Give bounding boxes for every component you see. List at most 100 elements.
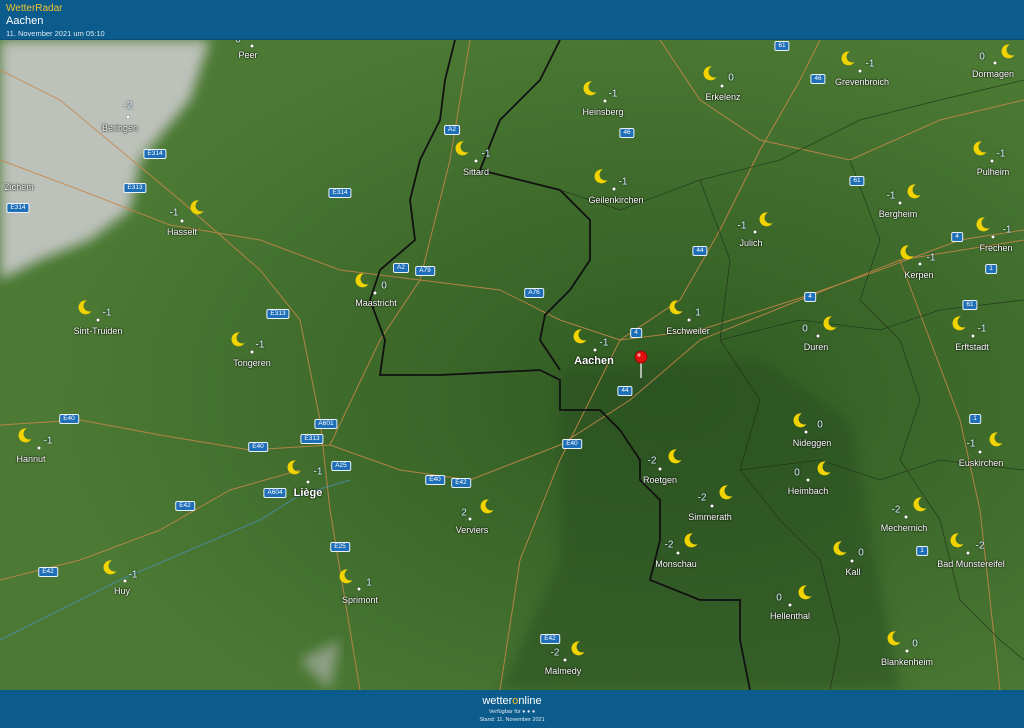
- road-sign-44: 44: [692, 246, 708, 256]
- city-dot-kerpen: [918, 262, 922, 266]
- location-pin-icon[interactable]: [634, 350, 648, 378]
- city-label-beringen[interactable]: Beringen: [102, 123, 138, 133]
- city-label-peer[interactable]: Peer: [238, 50, 257, 60]
- temperature-pulheim: -1: [996, 148, 1006, 160]
- city-dot-aachen: [593, 348, 597, 352]
- road-sign-1: 1: [969, 414, 981, 424]
- city-label-hellenthal[interactable]: Hellenthal: [770, 611, 810, 621]
- temperature-bad-munstereifel: -2: [975, 540, 985, 552]
- crescent-moon-icon: [912, 496, 928, 512]
- road-sign-e40: E40: [425, 475, 445, 485]
- temperature-peer: 0: [235, 40, 241, 46]
- city-dot-euskirchen: [978, 450, 982, 454]
- road-sign-46: 46: [810, 74, 826, 84]
- city-label-verviers[interactable]: Verviers: [456, 525, 489, 535]
- temperature-mechernich: -2: [891, 504, 901, 516]
- crescent-moon-icon: [702, 65, 718, 81]
- city-dot-kall: [850, 559, 854, 563]
- crescent-moon-icon: [886, 630, 902, 646]
- road-sign-46: 46: [619, 128, 635, 138]
- city-label-zichem[interactable]: Zichem: [4, 182, 34, 192]
- crescent-moon-icon: [77, 299, 93, 315]
- city-dot-erkelenz: [720, 84, 724, 88]
- road-sign-e313: E313: [266, 309, 290, 319]
- city-label-hasselt[interactable]: Hasselt: [167, 227, 197, 237]
- crescent-moon-icon: [572, 328, 588, 344]
- city-label-bergheim[interactable]: Bergheim: [879, 209, 918, 219]
- city-label-sint-truiden[interactable]: Sint-Truiden: [74, 326, 123, 336]
- city-label-dormagen[interactable]: Dormagen: [972, 69, 1014, 79]
- city-label-kall[interactable]: Kall: [845, 567, 860, 577]
- city-label-mechernich[interactable]: Mechernich: [881, 523, 928, 533]
- crescent-moon-icon: [593, 168, 609, 184]
- city-label-nideggen[interactable]: Nideggen: [793, 438, 832, 448]
- city-label-euskirchen[interactable]: Euskirchen: [959, 458, 1004, 468]
- city-dot-malmedy: [563, 658, 567, 662]
- temperature-euskirchen: -1: [966, 438, 976, 450]
- weather-map[interactable]: Peer 0 Beringen -2 Zichem Hasselt -1 Sint-Truid…: [0, 40, 1024, 690]
- city-label-maastricht[interactable]: Maastricht: [355, 298, 397, 308]
- city-label-kerpen[interactable]: Kerpen: [904, 270, 933, 280]
- city-label-huy[interactable]: Huy: [114, 586, 130, 596]
- road-sign-e313: E313: [300, 434, 324, 444]
- city-label-simmerath[interactable]: Simmerath: [688, 512, 732, 522]
- city-label-aachen[interactable]: Aachen: [574, 355, 614, 367]
- city-dot-nideggen: [804, 430, 808, 434]
- city-label-sittard[interactable]: Sittard: [463, 167, 489, 177]
- city-dot-sint-truiden: [96, 318, 100, 322]
- road-sign-a2: A2: [444, 125, 460, 135]
- road-sign-a79: A79: [415, 266, 435, 276]
- app-footer: wetteronline Verfügbar für ● ● ● Stand: …: [0, 690, 1024, 728]
- road-sign-e42: E42: [175, 501, 195, 511]
- app-brand: WetterRadar: [6, 3, 63, 14]
- crescent-moon-icon: [570, 640, 586, 656]
- temperature-li-ge: -1: [313, 466, 323, 478]
- city-dot-peer: [250, 44, 254, 48]
- city-label-roetgen[interactable]: Roetgen: [643, 475, 677, 485]
- city-label-bad-munstereifel[interactable]: Bad Munstereifel: [937, 559, 1005, 569]
- city-label-tongeren[interactable]: Tongeren: [233, 358, 271, 368]
- crescent-moon-icon: [667, 448, 683, 464]
- city-dot-roetgen: [658, 467, 662, 471]
- city-label-eschweiler[interactable]: Eschweiler: [666, 326, 710, 336]
- city-label-geilenkirchen[interactable]: Geilenkirchen: [588, 195, 643, 205]
- road-sign-a2: A2: [393, 263, 409, 273]
- road-sign-e314: E314: [143, 149, 167, 159]
- temperature-sprimont: 1: [366, 577, 372, 589]
- city-label-julich[interactable]: Julich: [739, 238, 762, 248]
- city-label-erftstadt[interactable]: Erftstadt: [955, 342, 989, 352]
- crescent-moon-icon: [797, 584, 813, 600]
- city-dot-verviers: [468, 517, 472, 521]
- city-label-hannut[interactable]: Hannut: [16, 454, 45, 464]
- crescent-moon-icon: [286, 459, 302, 475]
- road-sign-61: 61: [774, 41, 790, 51]
- city-label-duren[interactable]: Duren: [804, 342, 829, 352]
- temperature-heinsberg: -1: [608, 88, 618, 100]
- city-label-blankenheim[interactable]: Blankenheim: [881, 657, 933, 667]
- crescent-moon-icon: [582, 80, 598, 96]
- city-label-monschau[interactable]: Monschau: [655, 559, 697, 569]
- city-label-malmedy[interactable]: Malmedy: [545, 666, 582, 676]
- city-dot-sprimont: [357, 587, 361, 591]
- availability-text: Verfügbar für ● ● ●: [488, 709, 536, 715]
- city-label-pulheim[interactable]: Pulheim: [977, 167, 1010, 177]
- crescent-moon-icon: [832, 540, 848, 556]
- city-label-sprimont[interactable]: Sprimont: [342, 595, 378, 605]
- crescent-moon-icon: [951, 315, 967, 331]
- temperature-nideggen: 0: [817, 419, 823, 431]
- crescent-moon-icon: [479, 498, 495, 514]
- map-background: [0, 40, 1024, 690]
- city-dot-heinsberg: [603, 99, 607, 103]
- city-label-grevenbroich[interactable]: Grevenbroich: [835, 77, 889, 87]
- temperature-monschau: -2: [664, 539, 674, 551]
- city-label-erkelenz[interactable]: Erkelenz: [705, 92, 740, 102]
- city-dot-bad-munstereifel: [966, 551, 970, 555]
- city-dot-mechernich: [904, 515, 908, 519]
- crescent-moon-icon: [949, 532, 965, 548]
- temperature-erftstadt: -1: [977, 323, 987, 335]
- city-label-heimbach[interactable]: Heimbach: [788, 486, 829, 496]
- city-label-heinsberg[interactable]: Heinsberg: [582, 107, 623, 117]
- city-label-li-ge[interactable]: Liège: [294, 487, 323, 499]
- city-label-frechen[interactable]: Frechen: [979, 243, 1012, 253]
- stand-text: Stand: 11. November 2021: [479, 717, 545, 723]
